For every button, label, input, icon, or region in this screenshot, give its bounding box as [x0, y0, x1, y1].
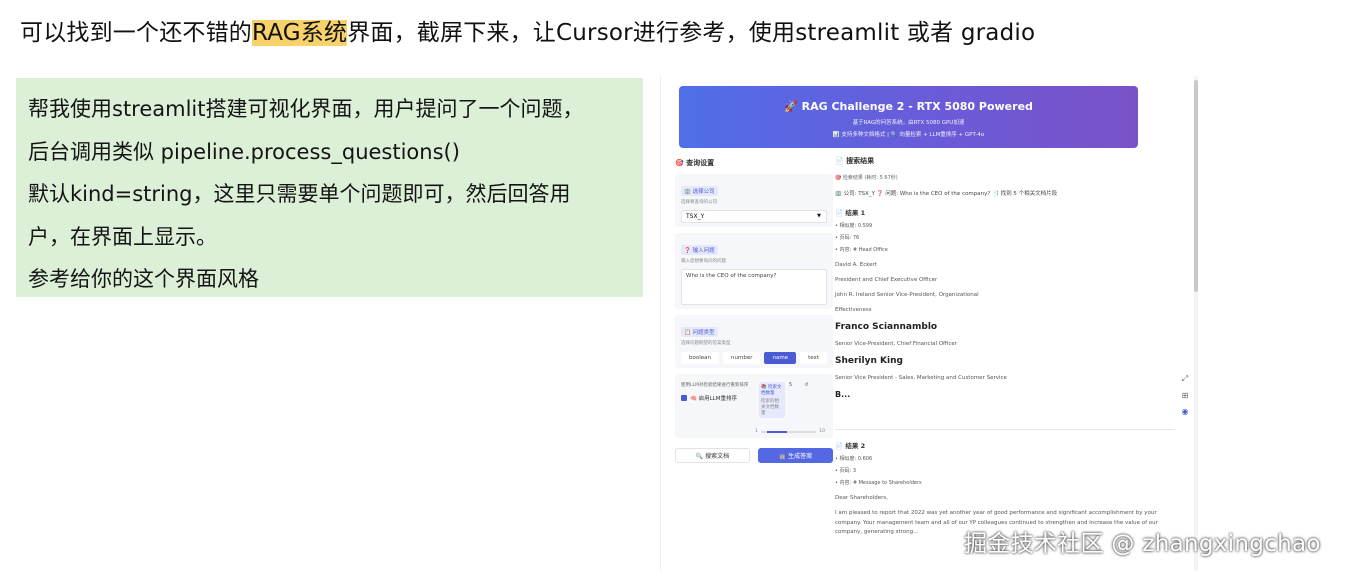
result-1-line: Effectiveness [835, 307, 872, 313]
topk-value: 5 [789, 382, 793, 388]
result-2-content: • 内容: # Message to Shareholders [835, 480, 922, 486]
slider-max: 10 [819, 429, 825, 434]
scrollbar-thumb[interactable] [1194, 80, 1198, 292]
result-1-name: Franco Sciannamblo [835, 322, 938, 332]
options-card: 使用LLM对检索结果进行重新排序 🧠 启用LLM重排序 📚 检索文档数量 检索的… [675, 374, 833, 438]
company-label: 🏢 选择公司 [681, 186, 718, 196]
note-line: 帮我使用streamlit搭建可视化界面，用户提问了一个问题， [28, 97, 584, 121]
results-timing: 🎯 检索结果 (耗时: 5.67秒) [835, 175, 898, 181]
result-1-name: Sherilyn King [835, 356, 903, 366]
type-hint: 选择问题期望的答案类型 [681, 341, 731, 346]
type-radio-group: boolean number name text [681, 352, 827, 364]
generate-answer-button[interactable]: 🤖 生成答案 [758, 448, 833, 463]
topk-slider[interactable]: 1 10 [755, 429, 825, 434]
action-buttons: 🔍 搜索文档 🤖 生成答案 [675, 448, 833, 463]
topk-hint: 检索的相关文档数量 [761, 399, 779, 416]
type-option-boolean[interactable]: boolean [681, 352, 719, 364]
divider [835, 429, 1175, 430]
result-1-line: John R. Ireland Senior Vice-President, O… [835, 292, 979, 298]
heading-part2: 界面，截屏下来，让Cursor进行参考，使用streamlit 或者 gradi… [347, 20, 1036, 46]
question-hint: 输入您想要询问的问题 [681, 259, 726, 264]
toolbar-right: ⤢ ⊞ ◉ [1179, 374, 1191, 423]
result-1-line: President and Chief Executive Officer [835, 277, 938, 283]
heading-highlight: RAG系统 [252, 20, 348, 46]
watermark: 掘金技术社区 @ zhangxingchao [964, 531, 1321, 557]
company-card: 🏢 选择公司 选择要查询的公司 TSX_Y ▼ [675, 174, 833, 227]
results-panel: 📄 搜索结果 🎯 检索结果 (耗时: 5.67秒) 🏢 公司: TSX_Y ❓ … [835, 156, 1175, 538]
result-2-page: • 页码: 3 [835, 468, 856, 474]
chevron-down-icon: ▼ [817, 213, 821, 219]
assistant-icon[interactable]: ◉ [1179, 407, 1191, 416]
query-sidebar: 🎯 查询设置 🏢 选择公司 选择要查询的公司 TSX_Y ▼ ❓ 输入问题 输入您… [675, 154, 833, 463]
reference-ui-screenshot: 🚀 RAG Challenge 2 - RTX 5080 Powered 基于R… [660, 76, 1198, 571]
result-1-line: David A. Eckert [835, 262, 878, 268]
topk-label-group: 📚 检索文档数量 检索的相关文档数量 [759, 382, 785, 418]
results-title: 📄 搜索结果 [835, 157, 875, 165]
topk-label: 📚 检索文档数量 [761, 385, 782, 396]
company-select-value: TSX_Y [686, 213, 705, 220]
rerank-checkbox-row[interactable]: 🧠 启用LLM重排序 [681, 394, 755, 402]
page-heading: 可以找到一个还不错的RAG系统界面，截屏下来，让Cursor进行参考，使用str… [20, 16, 1035, 50]
search-docs-button[interactable]: 🔍 搜索文档 [675, 448, 750, 463]
result-1-content: • 内容: # Head Office [835, 247, 888, 253]
rerank-hint: 使用LLM对检索结果进行重新排序 🧠 启用LLM重排序 [681, 382, 755, 402]
result-1-role: Senior Vice President - Sales, Marketing… [835, 375, 1007, 381]
result-1-heading: 📄 结果 1 [835, 209, 866, 217]
sidebar-title: 🎯 查询设置 [675, 159, 715, 167]
result-1-truncated: B... [835, 390, 851, 399]
banner-title: 🚀 RAG Challenge 2 - RTX 5080 Powered [784, 100, 1033, 113]
rerank-label: 🧠 启用LLM重排序 [690, 396, 737, 402]
note-line: 默认kind=string，这里只需要单个问题即可，然后回答用 [28, 182, 571, 206]
rerank-checkbox[interactable] [681, 395, 687, 401]
options-row: 使用LLM对检索结果进行重新排序 🧠 启用LLM重排序 📚 检索文档数量 检索的… [681, 382, 827, 418]
refresh-icon[interactable]: ↺ [804, 382, 808, 388]
rerank-hint-text: 使用LLM对检索结果进行重新排序 [681, 383, 749, 388]
company-hint: 选择要查询的公司 [681, 200, 717, 205]
heading-part1: 可以找到一个还不错的 [20, 20, 252, 46]
note-line: 参考给你的这个界面风格 [28, 267, 259, 291]
expand-icon[interactable]: ⤢ [1179, 374, 1191, 384]
question-input[interactable]: Who is the CEO of the company? [681, 269, 827, 305]
slider-fill [766, 430, 787, 433]
instruction-note: 帮我使用streamlit搭建可视化界面，用户提问了一个问题， 后台调用类似 p… [16, 78, 643, 297]
grid-icon[interactable]: ⊞ [1179, 391, 1191, 400]
result-2-greeting: Dear Shareholders, [835, 495, 888, 501]
result-2-heading: 📄 结果 2 [835, 442, 866, 450]
type-label: 📋 问题类型 [681, 327, 718, 337]
slider-min: 1 [755, 429, 758, 434]
app-banner: 🚀 RAG Challenge 2 - RTX 5080 Powered 基于R… [679, 86, 1138, 148]
result-1-score: • 相似度: 0.599 [835, 223, 873, 229]
slider-track[interactable] [760, 430, 817, 433]
note-line: 户，在界面上显示。 [28, 224, 217, 249]
type-option-number[interactable]: number [723, 352, 761, 364]
banner-subtitle: 基于RAG的问答系统，由RTX 5080 GPU加速 [852, 120, 965, 126]
type-option-name[interactable]: name [764, 352, 797, 364]
company-select[interactable]: TSX_Y ▼ [681, 210, 827, 223]
banner-features: 📊 支持多种文档格式 | 🔍 向量检索 + LLM重排序 + GPT-4o [832, 132, 985, 138]
result-2-score: • 相似度: 0.606 [835, 456, 873, 462]
scrollbar[interactable] [1194, 76, 1198, 571]
result-1-page: • 页码: 76 [835, 235, 860, 241]
question-card: ❓ 输入问题 输入您想要询问的问题 Who is the CEO of the … [675, 233, 833, 309]
type-option-text[interactable]: text [800, 352, 827, 364]
result-1-role: Senior Vice-President, Chief Financial O… [835, 341, 958, 347]
question-label: ❓ 输入问题 [681, 245, 718, 255]
type-card: 📋 问题类型 选择问题期望的答案类型 boolean number name t… [675, 315, 833, 368]
note-line: 后台调用类似 pipeline.process_questions() [28, 139, 460, 164]
results-meta: 🏢 公司: TSX_Y ❓ 问题: Who is the CEO of the … [835, 191, 1058, 197]
